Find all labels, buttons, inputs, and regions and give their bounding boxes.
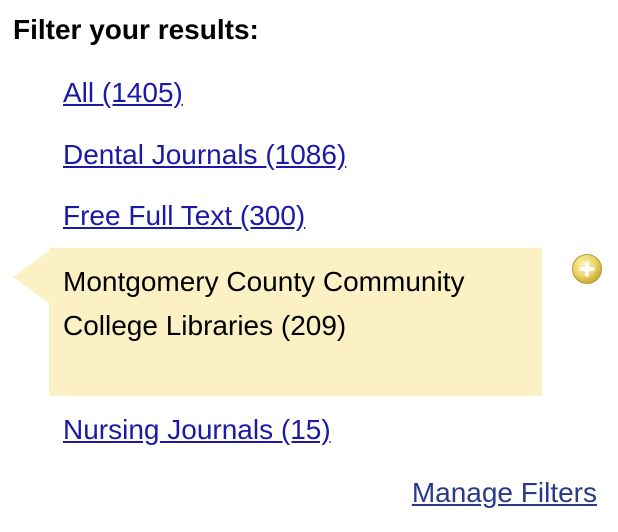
manage-filters-link[interactable]: Manage Filters [412,476,597,510]
add-circle-icon[interactable] [571,253,603,285]
selected-pointer-arrow [13,251,49,303]
selected-filter-box: Montgomery County Community College Libr… [49,248,542,396]
filter-link-all[interactable]: All (1405) [63,76,183,110]
filter-link-dental-journals[interactable]: Dental Journals (1086) [63,138,346,172]
selected-filter-label: Montgomery County Community College Libr… [63,266,465,341]
filter-panel: Filter your results: All (1405) Dental J… [0,0,618,532]
filter-heading: Filter your results: [13,14,259,45]
filter-link-free-full-text[interactable]: Free Full Text (300) [63,199,305,233]
filter-link-nursing-journals[interactable]: Nursing Journals (15) [63,413,331,447]
